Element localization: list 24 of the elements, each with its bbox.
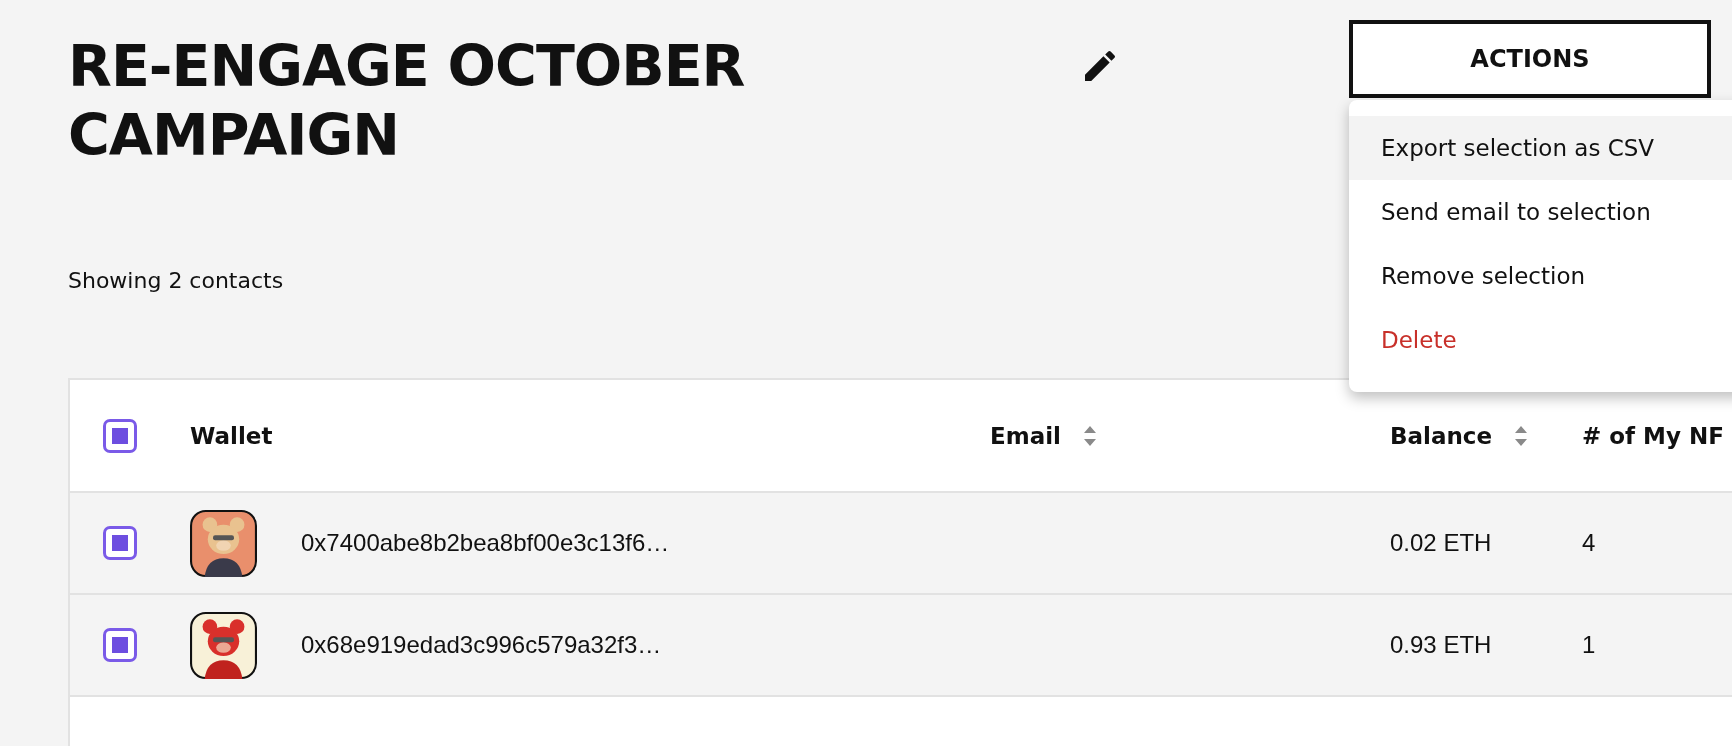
wallet-address: 0x7400abe8b2bea8bf00e3c13f6… bbox=[301, 529, 670, 557]
menu-item[interactable]: Export selection as CSV bbox=[1349, 116, 1732, 180]
wallet-address: 0x68e919edad3c996c579a32f3… bbox=[301, 631, 662, 659]
nft-count-cell: 1 bbox=[1582, 631, 1596, 659]
column-header[interactable]: Balance bbox=[1390, 422, 1582, 449]
menu-item[interactable]: Delete bbox=[1349, 308, 1732, 372]
menu-item[interactable]: Remove selection bbox=[1349, 244, 1732, 308]
column-header[interactable]: Email bbox=[990, 422, 1390, 449]
menu-item[interactable]: Send email to selection bbox=[1349, 180, 1732, 244]
actions-button[interactable]: ACTIONS bbox=[1349, 20, 1711, 98]
contacts-count: Showing 2 contacts bbox=[68, 268, 284, 293]
column-header[interactable]: Wallet bbox=[190, 422, 990, 449]
column-label: Email bbox=[990, 422, 1061, 449]
column-label: Wallet bbox=[190, 422, 273, 449]
select-all-checkbox[interactable] bbox=[103, 418, 137, 453]
sort-icon[interactable] bbox=[1514, 424, 1529, 447]
balance-cell: 0.02 ETH bbox=[1390, 529, 1492, 557]
sort-icon[interactable] bbox=[1082, 424, 1097, 447]
campaign-title: RE-ENGAGE OCTOBER CAMPAIGN bbox=[68, 32, 746, 170]
column-label: Balance bbox=[1390, 422, 1493, 449]
row-checkbox[interactable] bbox=[103, 526, 137, 560]
balance-cell: 0.93 ETH bbox=[1390, 631, 1492, 659]
nft-count-cell: 4 bbox=[1582, 529, 1596, 557]
row-checkbox[interactable] bbox=[103, 628, 137, 662]
